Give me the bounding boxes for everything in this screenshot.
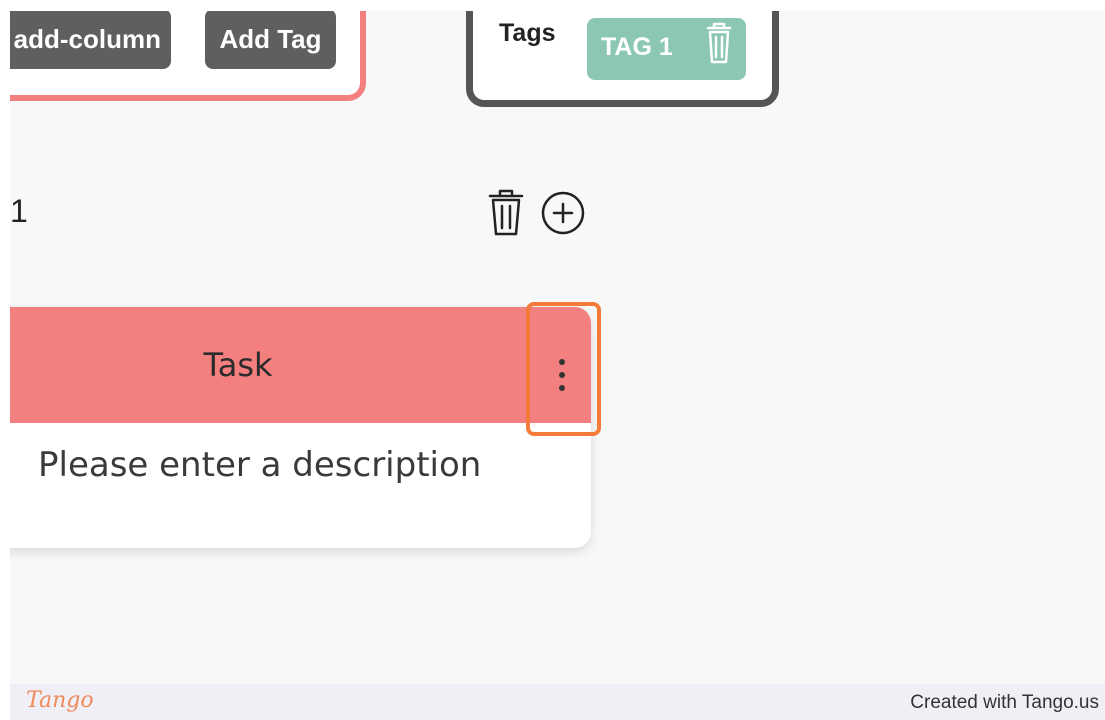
task-title[interactable]: Task	[10, 307, 486, 423]
left-margin	[0, 0, 10, 684]
footer-credit: Created with Tango.us	[910, 692, 1099, 713]
trash-icon[interactable]	[699, 18, 739, 68]
vertical-dots-icon	[559, 359, 565, 365]
plus-circle-icon[interactable]	[540, 190, 586, 236]
vertical-dots-icon-dot-2	[559, 372, 565, 378]
tags-panel: Tags TAG 1	[466, 11, 779, 107]
vertical-dots-icon-dot-3	[559, 385, 565, 391]
task-description-field[interactable]: Please enter a description	[38, 445, 481, 485]
tango-logo: Tango	[26, 688, 94, 713]
top-margin	[0, 0, 1105, 11]
trash-icon[interactable]	[485, 186, 527, 238]
column-title: 1	[10, 193, 28, 229]
add-column-button[interactable]: add-column	[10, 11, 171, 69]
footer-bar: Tango Created with Tango.us	[10, 684, 1105, 720]
task-card[interactable]: Task Please enter a description	[10, 307, 591, 548]
tag-chip-label: TAG 1	[601, 33, 673, 61]
add-tag-button[interactable]: Add Tag	[205, 11, 336, 69]
task-header: Task	[10, 307, 591, 423]
tags-label: Tags	[499, 19, 556, 47]
tag-chip[interactable]: TAG 1	[587, 18, 746, 80]
board-canvas: add-column Add Tag Tags TAG 1 1 Task Ple…	[10, 11, 1105, 684]
task-menu-button[interactable]	[532, 313, 592, 431]
screenshot-frame: add-column Add Tag Tags TAG 1 1 Task Ple…	[0, 0, 1105, 720]
